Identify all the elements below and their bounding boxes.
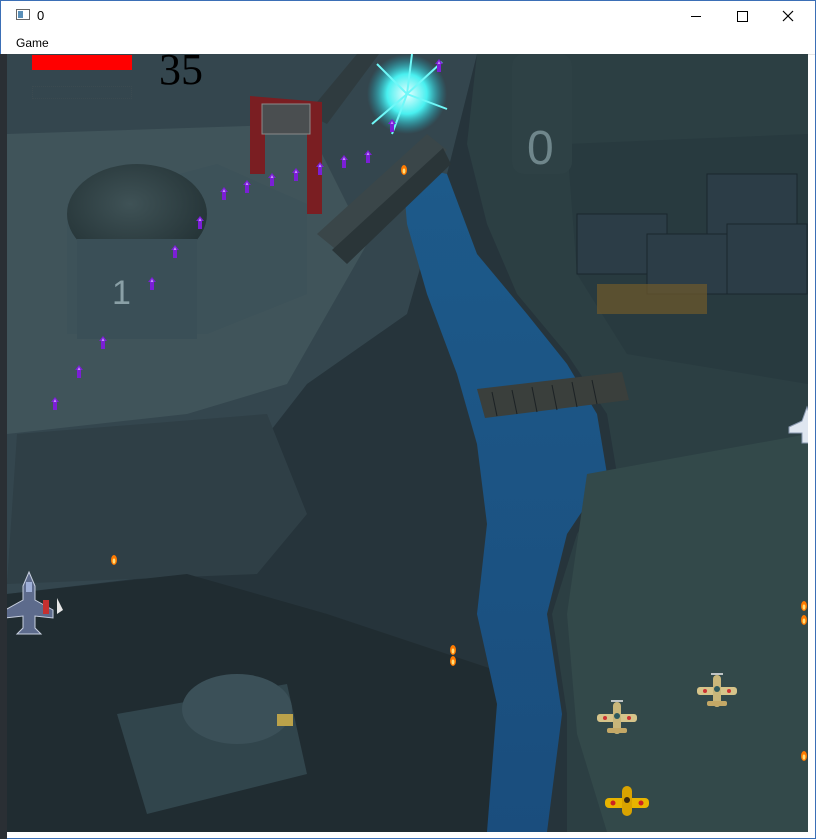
explosion <box>367 54 448 135</box>
close-icon <box>782 10 794 22</box>
title-bar[interactable]: 0 <box>1 1 815 31</box>
close-button[interactable] <box>765 1 811 31</box>
building-number-0: 0 <box>527 122 554 175</box>
minimize-icon <box>691 15 701 17</box>
game-scene: 1 0 <box>7 54 808 832</box>
window-edge <box>0 54 7 839</box>
maximize-button[interactable] <box>719 1 765 31</box>
maximize-icon <box>736 10 748 22</box>
window-title: 0 <box>37 8 45 23</box>
building-number-1: 1 <box>112 274 131 312</box>
game-canvas[interactable]: 1 0 35 <box>7 54 808 832</box>
menu-game[interactable]: Game <box>16 36 49 50</box>
menu-bar: Game <box>1 31 815 55</box>
minimize-button[interactable] <box>673 1 719 31</box>
app-icon <box>16 9 30 20</box>
health-bar <box>32 55 132 70</box>
secondary-bar <box>32 86 132 99</box>
score-counter: 35 <box>159 54 203 94</box>
